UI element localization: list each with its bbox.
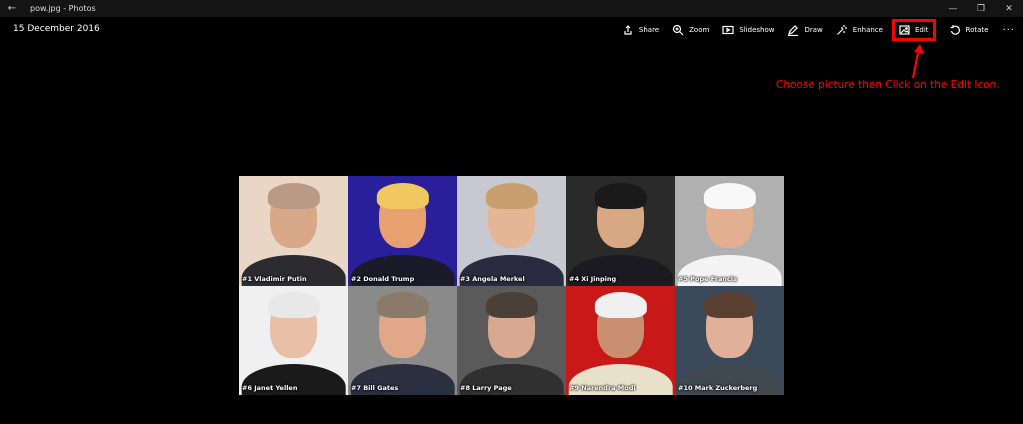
draw-label: Draw <box>804 26 823 34</box>
enhance-button[interactable]: Enhance <box>836 24 883 36</box>
tile-caption: #10 Mark Zuckerberg <box>678 384 758 392</box>
tile-caption: #2 Donald Trump <box>351 274 415 283</box>
slideshow-button[interactable]: Slideshow <box>722 24 774 36</box>
minimize-icon[interactable]: — <box>939 0 967 17</box>
portrait-hair <box>485 182 538 209</box>
rotate-icon <box>950 25 960 35</box>
portrait-hair <box>703 182 756 209</box>
edit-button[interactable]: Edit <box>891 19 936 41</box>
collage-tile[interactable]: #8 Larry Page <box>457 285 566 395</box>
rotate-button[interactable]: Rotate <box>949 24 989 36</box>
portrait-hair <box>376 182 429 209</box>
portrait-hair <box>485 292 538 319</box>
window-title: pow.jpg - Photos <box>30 4 96 13</box>
title-bar: ← pow.jpg - Photos — ❐ ✕ <box>0 0 1023 17</box>
enhance-icon <box>836 25 847 35</box>
zoom-icon <box>673 24 684 36</box>
more-options-button[interactable]: ··· <box>1002 25 1015 36</box>
share-button[interactable]: Share <box>622 24 659 36</box>
tile-caption: #1 Vladimir Putin <box>242 274 307 283</box>
share-label: Share <box>638 26 660 34</box>
close-icon[interactable]: ✕ <box>995 0 1023 17</box>
edit-label: Edit <box>914 26 929 34</box>
tile-caption: #9 Narendra Modi <box>569 384 636 392</box>
rotate-label: Rotate <box>965 26 989 34</box>
tile-caption: #5 Pope Francis <box>678 274 737 283</box>
slideshow-icon <box>722 25 734 35</box>
restore-icon[interactable]: ❐ <box>967 0 995 17</box>
portrait-hair <box>703 292 756 319</box>
collage-tile[interactable]: #6 Janet Yellen <box>239 285 348 395</box>
tile-caption: #3 Angela Merkel <box>460 274 525 283</box>
portrait-hair <box>376 292 429 319</box>
photo-collage[interactable]: #1 Vladimir Putin #2 Donald Trump #3 Angel… <box>239 176 784 395</box>
photo-date: 15 December 2016 <box>13 24 100 34</box>
window-controls: — ❐ ✕ <box>939 0 1023 17</box>
photo-toolbar: Share Zoom Slideshow Draw Enhance Edit R… <box>609 19 1015 41</box>
collage-tile[interactable]: #5 Pope Francis <box>675 176 784 286</box>
portrait-hair <box>594 182 647 209</box>
share-icon <box>624 25 632 35</box>
tile-caption: #7 Bill Gates <box>351 384 399 392</box>
portrait-hair <box>594 292 647 319</box>
tile-caption: #4 Xi Jinping <box>569 274 617 283</box>
portrait-hair <box>267 292 320 319</box>
portrait-hair <box>267 182 320 209</box>
draw-icon <box>788 25 799 36</box>
slideshow-label: Slideshow <box>739 26 775 34</box>
collage-tile[interactable]: #1 Vladimir Putin <box>239 176 348 286</box>
draw-button[interactable]: Draw <box>787 24 823 36</box>
edit-icon <box>899 25 910 35</box>
collage-tile[interactable]: #2 Donald Trump <box>348 176 457 286</box>
collage-tile[interactable]: #3 Angela Merkel <box>457 176 566 286</box>
annotation-text: Choose picture then Click on the Edit Ic… <box>776 79 1000 91</box>
tile-caption: #8 Larry Page <box>460 384 512 392</box>
collage-tile[interactable]: #7 Bill Gates <box>348 285 457 395</box>
collage-tile[interactable]: #9 Narendra Modi <box>566 285 675 395</box>
enhance-label: Enhance <box>852 26 883 34</box>
back-arrow-icon[interactable]: ← <box>0 3 24 14</box>
zoom-button[interactable]: Zoom <box>672 24 709 36</box>
zoom-label: Zoom <box>689 26 710 34</box>
collage-tile[interactable]: #4 Xi Jinping <box>566 176 675 286</box>
tile-caption: #6 Janet Yellen <box>242 384 298 392</box>
annotation-arrow-icon <box>911 44 924 79</box>
collage-tile[interactable]: #10 Mark Zuckerberg <box>675 285 784 395</box>
